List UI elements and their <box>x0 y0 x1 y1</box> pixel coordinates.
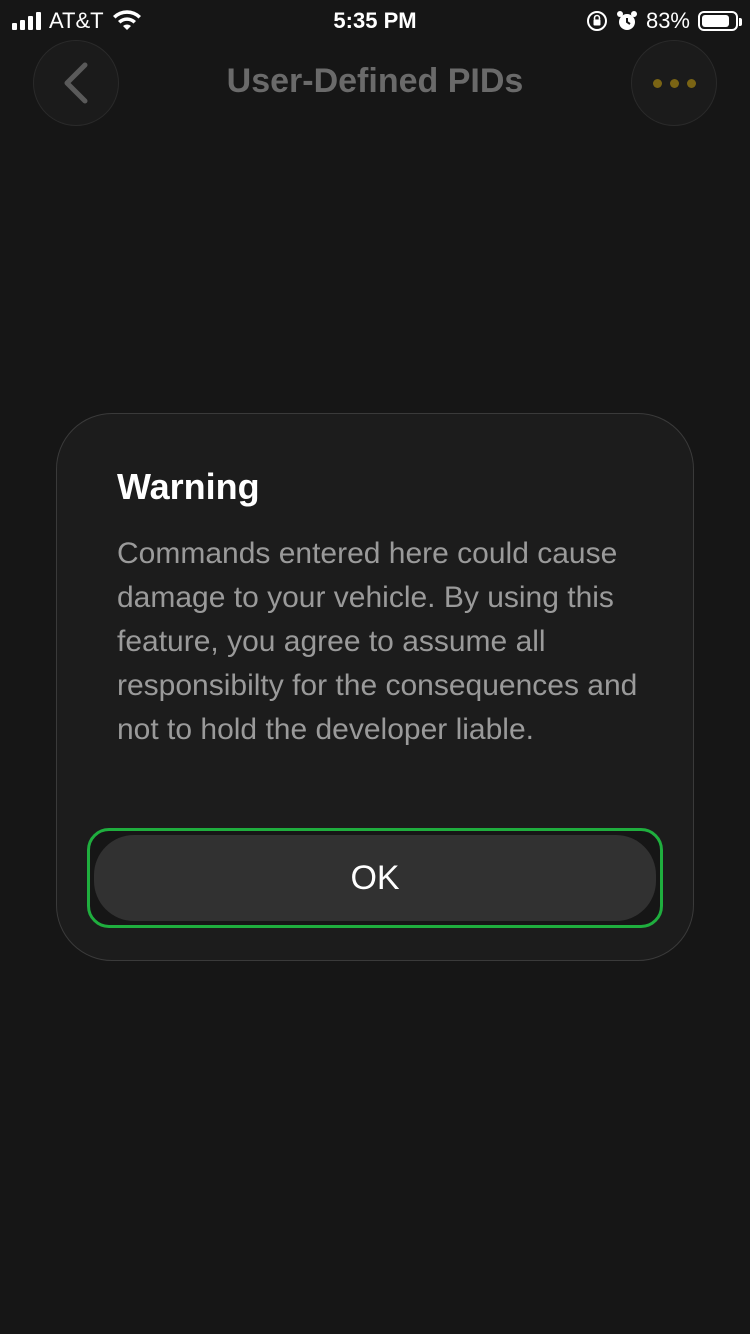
warning-dialog: Warning Commands entered here could caus… <box>56 413 694 961</box>
dialog-message: Commands entered here could cause damage… <box>117 537 638 746</box>
orientation-lock-icon <box>586 11 607 31</box>
battery-fill <box>702 15 729 27</box>
alarm-icon <box>616 11 637 30</box>
status-bar: AT&T 5:35 PM 83% <box>0 0 750 40</box>
dialog-title: Warning <box>117 466 260 507</box>
more-options-button[interactable] <box>631 40 717 126</box>
ok-button-label: OK <box>94 835 656 921</box>
nav-bar: User-Defined PIDs <box>0 40 750 130</box>
ellipsis-icon <box>652 78 696 88</box>
battery-icon <box>698 11 742 31</box>
ok-button[interactable]: OK <box>87 828 663 928</box>
battery-tip <box>739 18 742 26</box>
battery-percent: 83% <box>645 8 690 33</box>
status-right: 83% <box>586 8 742 34</box>
